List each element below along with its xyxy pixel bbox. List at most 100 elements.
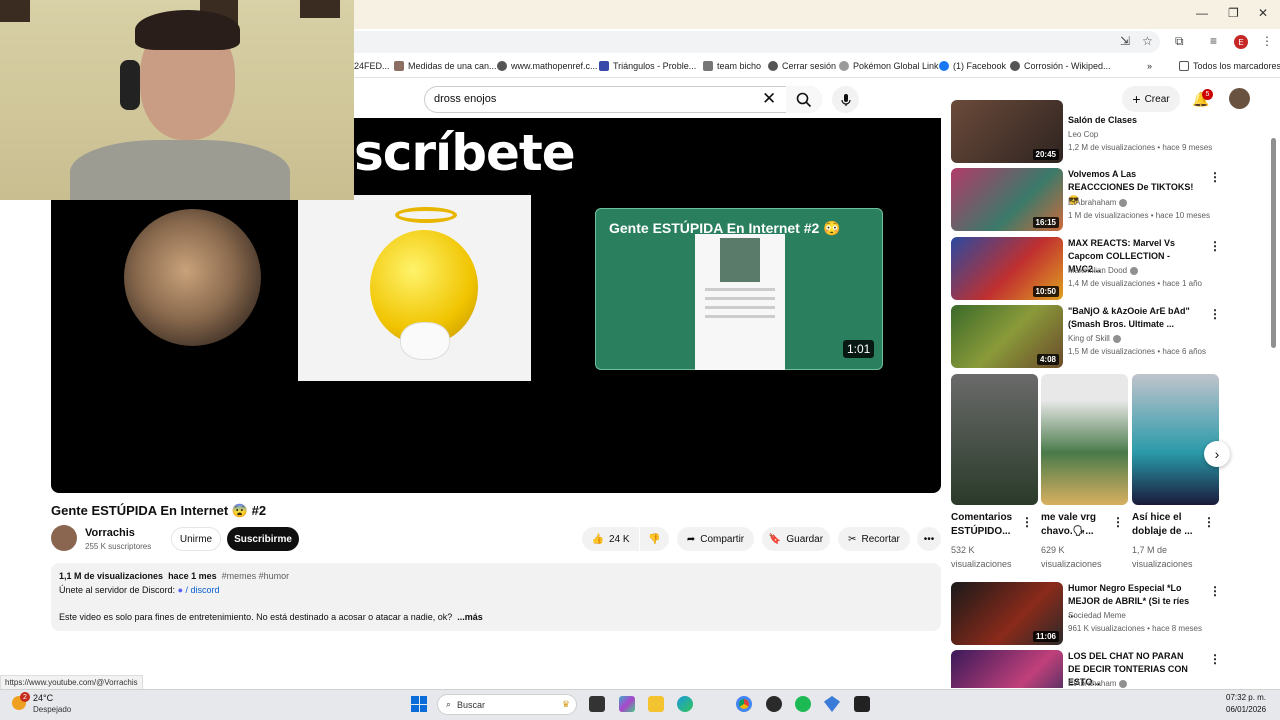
video-channel[interactable]: Maximilian Dood [1068, 266, 1139, 275]
bookmark-item[interactable]: 24FED... [354, 61, 390, 71]
video-channel[interactable]: Leo Cop [1068, 130, 1098, 139]
bookmark-item[interactable]: Medidas de una can... [394, 61, 497, 71]
more-options-icon[interactable]: ⋮ [1209, 239, 1221, 253]
video-channel[interactable]: ElAbrahaham [1068, 198, 1128, 207]
short-thumbnail[interactable] [951, 374, 1038, 505]
short-title[interactable]: Así hice el doblaje de ... [1132, 511, 1204, 539]
video-thumbnail[interactable]: 11:06 [951, 582, 1063, 645]
search-button[interactable] [786, 86, 822, 113]
video-meta: 1,2 M de visualizaciones • hace 9 meses [1068, 143, 1213, 152]
show-more-button[interactable]: ...más [457, 612, 483, 622]
taskbar-search-box[interactable]: ⌕ Buscar ♛ [437, 694, 577, 715]
notifications-badge: 5 [1202, 89, 1213, 100]
recommended-video[interactable]: 16:15 Volvemos A Las REACCCIONES De TIKT… [951, 168, 1221, 231]
more-actions-button[interactable]: ••• [917, 527, 941, 551]
close-icon[interactable]: ✕ [1258, 6, 1268, 20]
recommended-video[interactable]: LOS DEL CHAT NO PARAN DE DECIR TONTERIAS… [951, 650, 1221, 688]
share-button[interactable]: ➦ Compartir [677, 527, 754, 551]
recommended-video[interactable]: 20:45 Salón de Clases Leo Cop 1,2 M de v… [951, 100, 1221, 163]
edge-icon[interactable] [677, 696, 693, 712]
subscribe-button[interactable]: Suscribirme [227, 527, 299, 551]
all-bookmarks-button[interactable]: Todos los marcadores [1179, 61, 1280, 71]
chrome-icon[interactable] [736, 696, 752, 712]
search-query-text[interactable]: dross enojos [434, 93, 496, 105]
video-thumbnail[interactable]: 4:08 [951, 305, 1063, 368]
obs-icon[interactable] [766, 696, 782, 712]
endcard-screenshot-image [695, 234, 785, 370]
player-overlay-text: scríbete [354, 124, 576, 182]
hashtags[interactable]: #memes #humor [222, 571, 290, 581]
verified-check-icon [1119, 198, 1128, 207]
capcut-icon[interactable] [854, 696, 870, 712]
short-thumbnail[interactable] [1041, 374, 1128, 505]
video-channel[interactable]: King of Skill [1068, 334, 1121, 343]
short-title[interactable]: me vale vrg chavo.🗣... [1041, 511, 1113, 539]
browser-menu-icon[interactable]: ⋮ [1261, 34, 1273, 48]
more-options-icon[interactable]: ⋮ [1203, 515, 1215, 529]
globe-icon [768, 61, 778, 71]
endcard-title[interactable]: Gente ESTÚPIDA En Internet #2 😳 [609, 220, 841, 237]
more-options-icon[interactable]: ⋮ [1209, 652, 1221, 666]
account-avatar[interactable] [1229, 88, 1250, 109]
bookmark-item[interactable]: (1) Facebook [939, 61, 1006, 71]
short-title[interactable]: Comentarios ESTÚPIDO... [951, 511, 1023, 539]
copilot-icon[interactable] [619, 696, 635, 712]
windows-start-icon[interactable] [411, 696, 427, 712]
discord-link[interactable]: / discord [186, 585, 220, 595]
more-options-icon[interactable]: ⋮ [1209, 584, 1221, 598]
more-options-icon[interactable]: ⋮ [1021, 515, 1033, 529]
recommended-video[interactable]: 10:50 MAX REACTS: Marvel Vs Capcom COLLE… [951, 237, 1221, 300]
taskbar-clock-date[interactable]: 06/01/2026 [1226, 705, 1266, 714]
channel-name[interactable]: Vorrachis [85, 527, 135, 539]
more-options-icon[interactable]: ⋮ [1112, 515, 1124, 529]
profile-avatar[interactable]: E [1234, 35, 1248, 49]
like-button[interactable]: 👍 24 K [582, 527, 639, 551]
recommended-video[interactable]: 4:08 "BaNjO & kAzOoie ArE bAd" (Smash Br… [951, 305, 1221, 368]
video-thumbnail[interactable]: 16:15 [951, 168, 1063, 231]
short-views: 1,7 M de visualizaciones [1132, 545, 1193, 569]
task-view-icon[interactable] [589, 696, 605, 712]
bookmark-item[interactable]: Triángulos - Proble... [599, 61, 696, 71]
video-title[interactable]: Salón de Clases [1068, 114, 1196, 127]
address-bar[interactable] [300, 31, 1160, 53]
video-channel[interactable]: Sociedad Meme [1068, 611, 1126, 620]
search-icon: ⌕ [446, 699, 452, 709]
extensions-icon[interactable]: ⧉ [1175, 34, 1184, 49]
video-thumbnail[interactable]: 20:45 [951, 100, 1063, 163]
more-options-icon[interactable]: ⋮ [1209, 170, 1221, 184]
clip-button[interactable]: ✂ Recortar [838, 527, 910, 551]
minimize-icon[interactable]: — [1196, 6, 1208, 20]
install-app-icon[interactable]: ⇲ [1120, 34, 1130, 48]
restore-icon[interactable]: ❐ [1228, 6, 1239, 20]
video-channel[interactable]: ElAbrahaham [1068, 679, 1128, 688]
weather-temperature[interactable]: 24°C [33, 693, 53, 703]
bookmark-item[interactable]: www.mathopenref.c... [497, 61, 598, 71]
bookmark-item[interactable]: Cerrar sesión [768, 61, 836, 71]
recommended-video[interactable]: 11:06 Humor Negro Especial *Lo MEJOR de … [951, 582, 1221, 645]
bookmark-star-icon[interactable]: ☆ [1142, 34, 1153, 48]
shorts-next-button[interactable]: › [1204, 441, 1230, 467]
voice-search-button[interactable] [832, 86, 859, 113]
spotify-icon[interactable] [795, 696, 811, 712]
page-scrollbar[interactable] [1271, 138, 1276, 348]
media-icon[interactable]: ≡ [1210, 34, 1217, 48]
bookmarks-overflow-button[interactable]: » [1147, 61, 1152, 71]
video-title[interactable]: "BaNjO & kAzOoie ArE bAd" (Smash Bros. U… [1068, 305, 1196, 331]
folder-icon [1179, 61, 1189, 71]
clear-search-icon[interactable]: ✕ [762, 89, 776, 109]
channel-label: ElAbrahaham [1068, 679, 1117, 688]
video-thumbnail[interactable] [951, 650, 1063, 688]
dislike-button[interactable]: 👎 [640, 527, 669, 551]
channel-avatar[interactable] [51, 525, 77, 551]
bookmark-item[interactable]: team bicho [703, 61, 761, 71]
bookmark-item[interactable]: Pokémon Global Link [839, 61, 939, 71]
short-thumbnail[interactable] [1132, 374, 1219, 505]
save-button[interactable]: 🔖 Guardar [762, 527, 830, 551]
join-button[interactable]: Unirme [171, 527, 221, 551]
taskbar-clock-time[interactable]: 07:32 p. m. [1226, 693, 1266, 702]
more-options-icon[interactable]: ⋮ [1209, 307, 1221, 321]
bookmark-item[interactable]: Corrosión - Wikiped... [1010, 61, 1111, 71]
file-explorer-icon[interactable] [648, 696, 664, 712]
video-thumbnail[interactable]: 10:50 [951, 237, 1063, 300]
emoji-hands-shape [400, 322, 450, 360]
